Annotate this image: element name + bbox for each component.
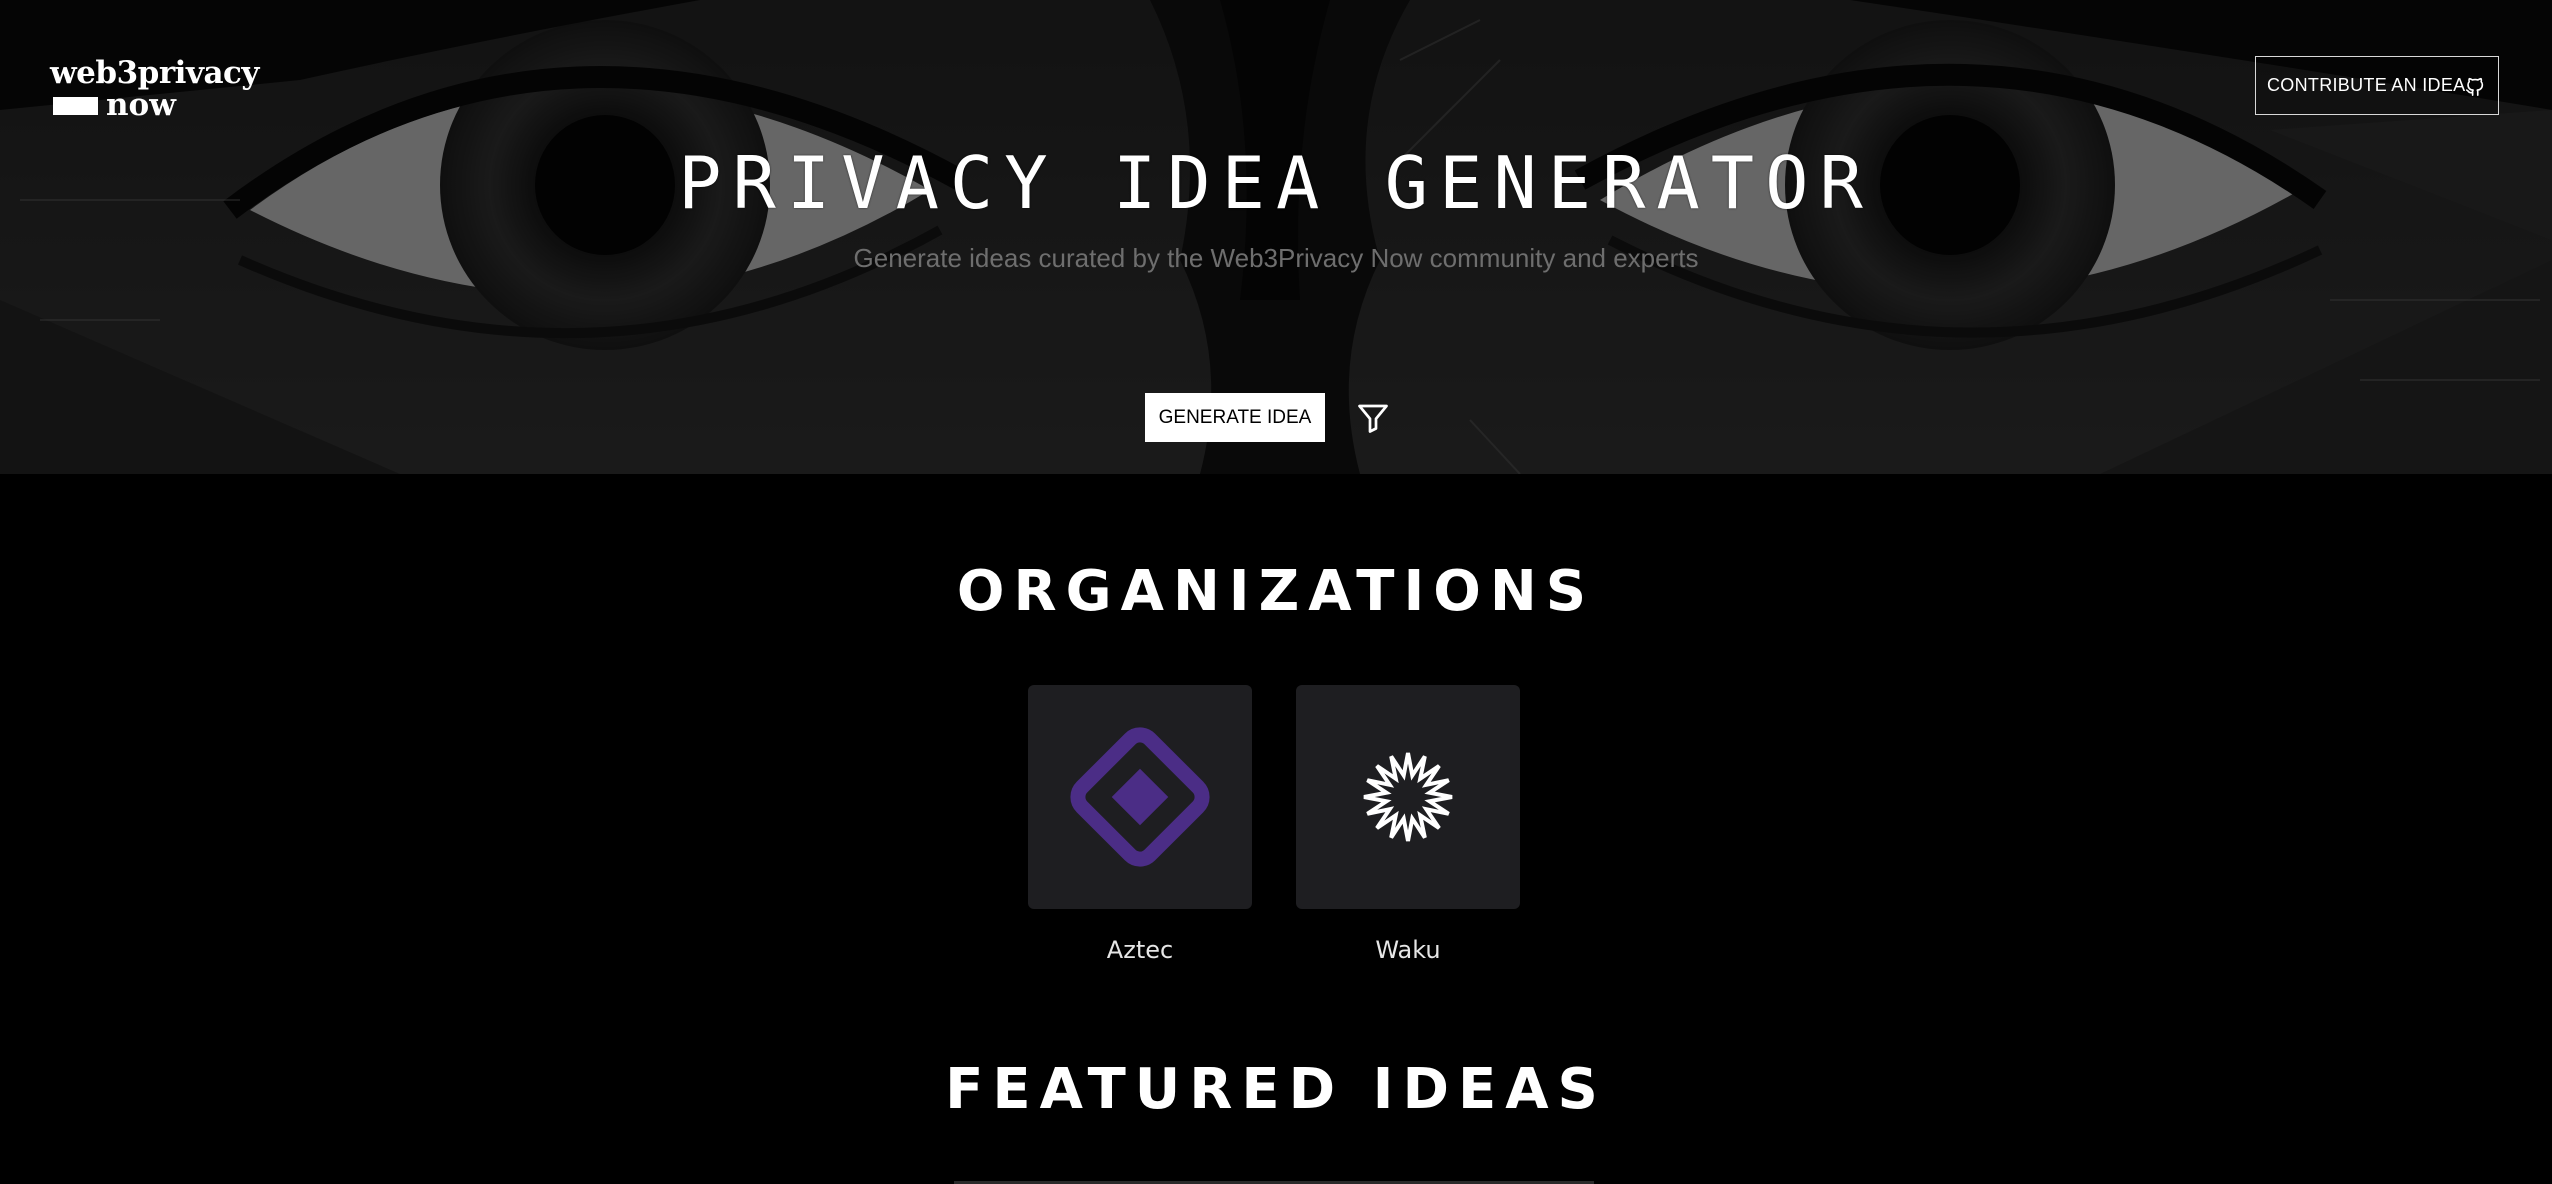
org-card-aztec[interactable]	[1028, 685, 1252, 909]
filter-icon[interactable]	[1355, 400, 1391, 436]
org-card-waku[interactable]	[1296, 685, 1520, 909]
waku-starburst-icon	[1363, 752, 1453, 842]
page-subtitle: Generate ideas curated by the Web3Privac…	[853, 243, 1699, 273]
organizations-heading: ORGANIZATIONS	[956, 559, 1596, 624]
org-name-waku: Waku	[1375, 936, 1441, 964]
logo-wordmark: web3privacy	[50, 55, 259, 91]
page-title: PRIVACY IDEA GENERATOR	[678, 141, 1874, 225]
org-name-aztec: Aztec	[1106, 936, 1174, 964]
logo-subword: now	[106, 87, 176, 123]
github-icon	[2465, 77, 2484, 96]
contribute-idea-button[interactable]: CONTRIBUTE AN IDEA	[2255, 56, 2499, 115]
logo-bar	[53, 97, 98, 115]
hero-banner: web3privacy now CONTRIBUTE AN IDEA PRIVA…	[0, 0, 2552, 474]
aztec-diamond-icon	[1070, 727, 1210, 867]
brand-logo[interactable]: web3privacy now	[50, 55, 290, 123]
contribute-idea-label: CONTRIBUTE AN IDEA	[2267, 75, 2466, 95]
featured-ideas-heading: FEATURED IDEAS	[945, 1057, 1607, 1122]
waku-starburst-outline	[1363, 752, 1453, 842]
generate-idea-button[interactable]: GENERATE IDEA	[1145, 393, 1325, 442]
